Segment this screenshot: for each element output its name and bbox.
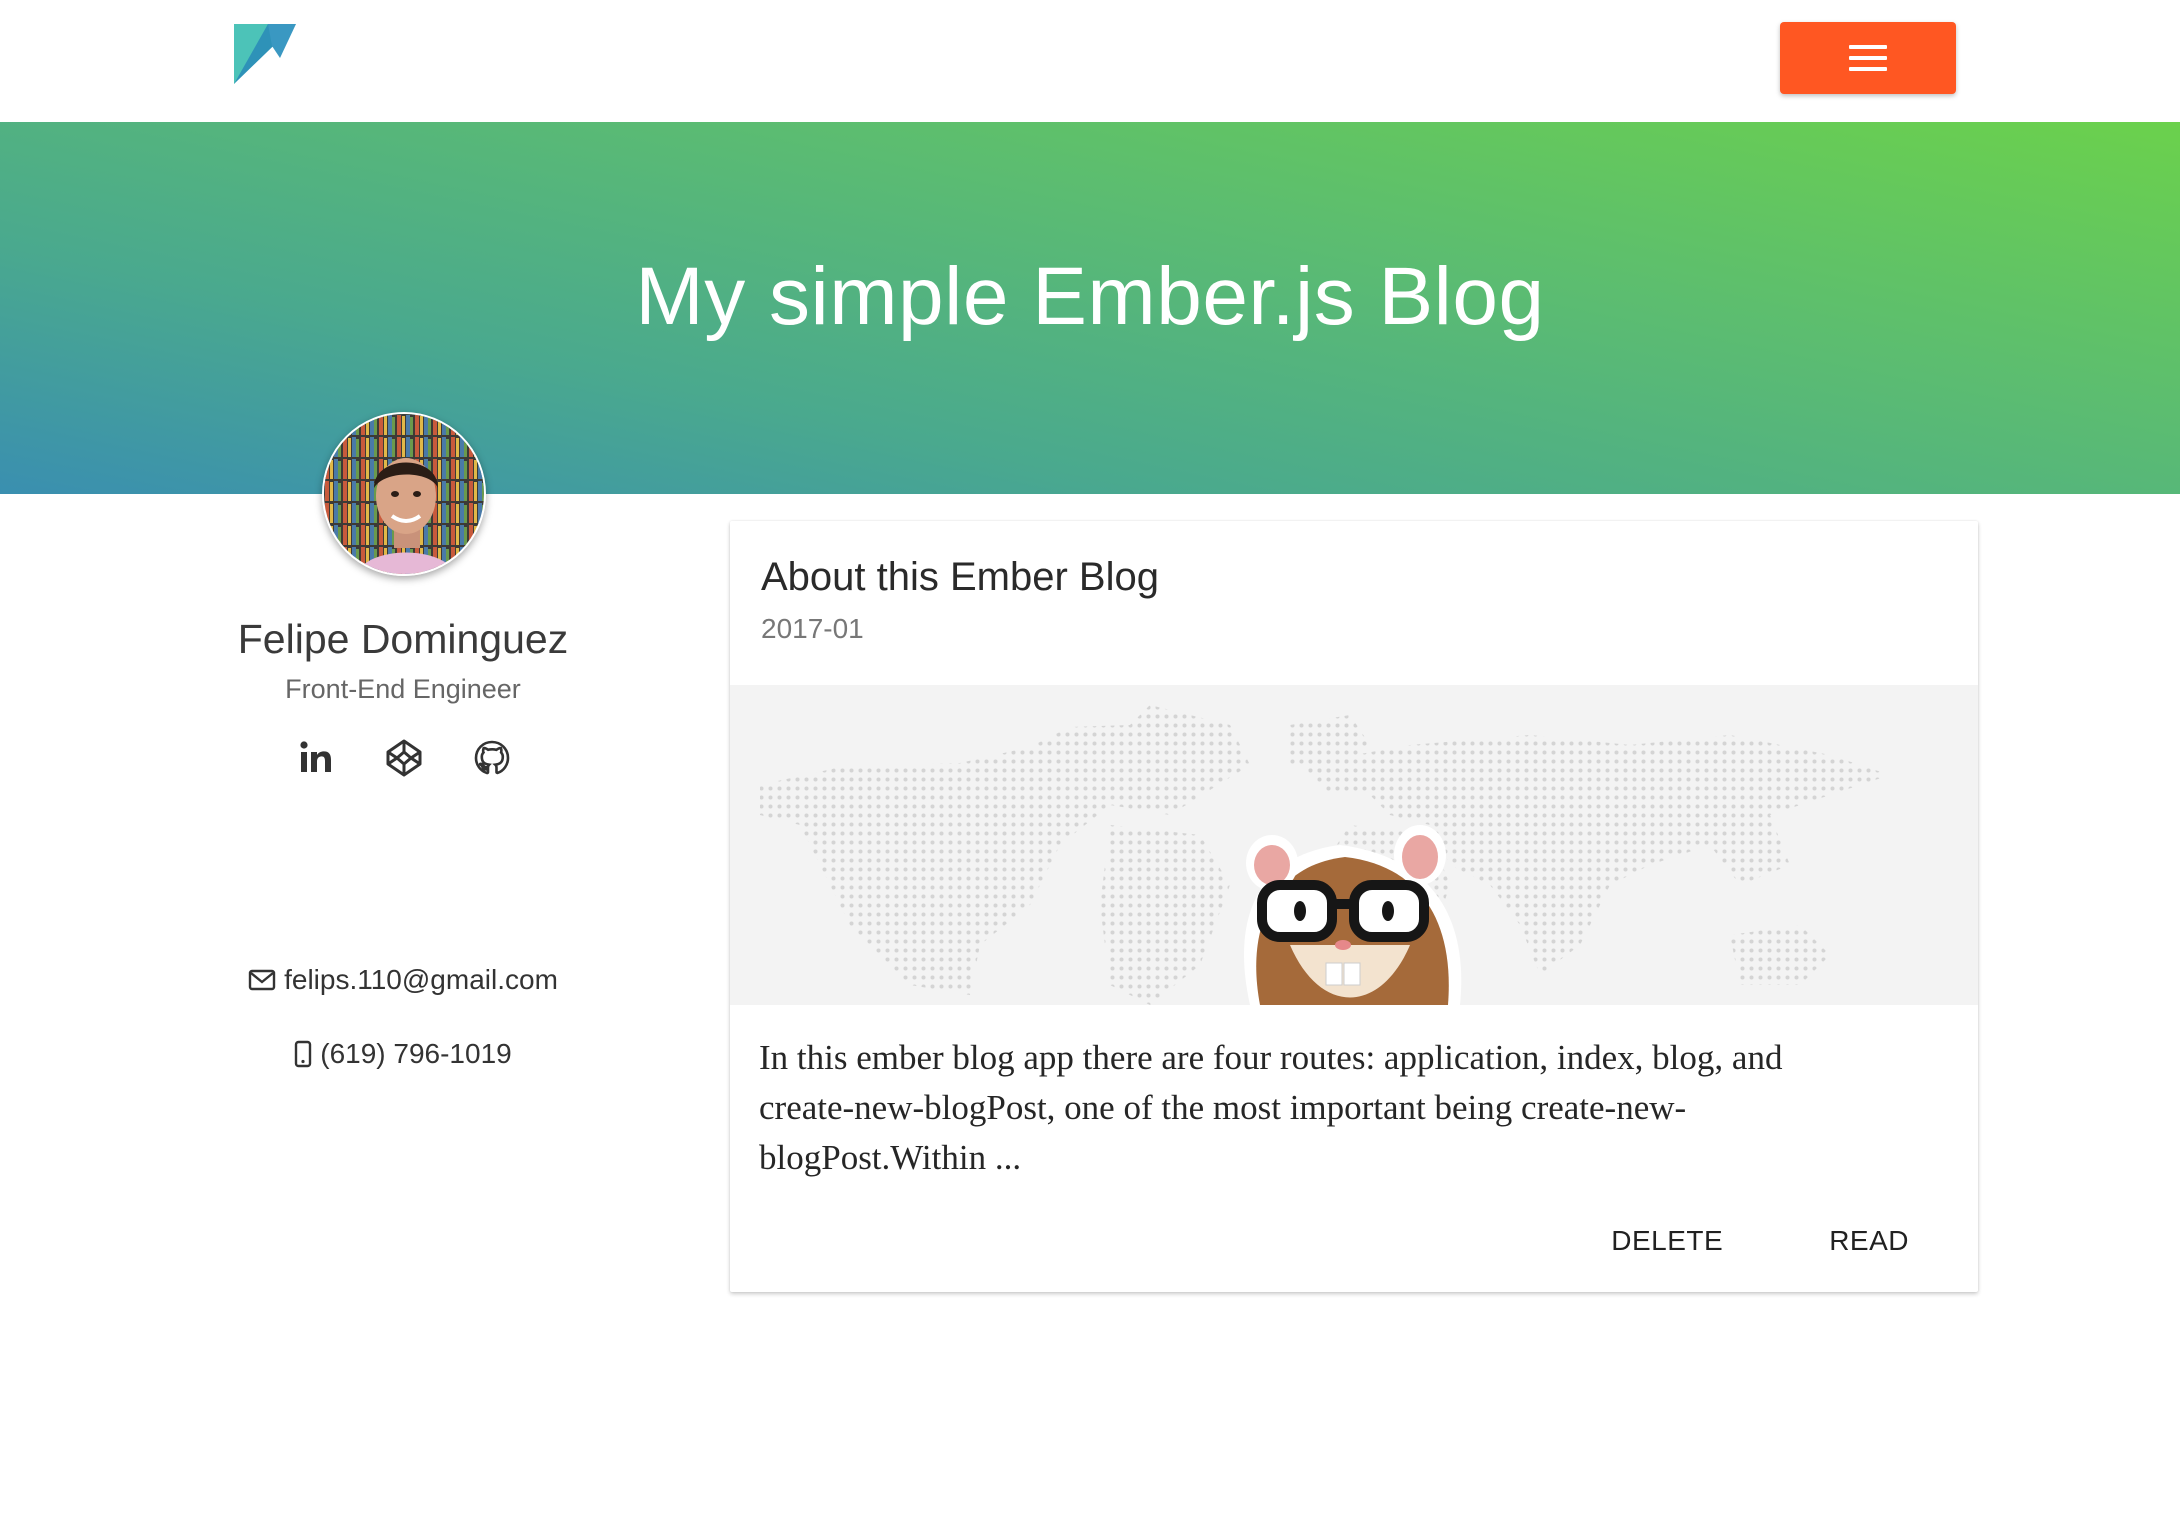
post-title: About this Ember Blog	[761, 555, 1159, 599]
codepen-icon[interactable]	[384, 738, 424, 778]
top-navbar	[0, 0, 2180, 122]
contact-email[interactable]: felips.110@gmail.com	[160, 964, 646, 996]
contact-phone[interactable]: (619) 796-1019	[160, 1038, 646, 1070]
phone-number: (619) 796-1019	[320, 1038, 512, 1069]
mobile-phone-icon	[295, 1040, 312, 1068]
github-icon[interactable]	[472, 738, 512, 778]
post-excerpt: In this ember blog app there are four ro…	[759, 1038, 1783, 1177]
hamburger-menu-icon	[1849, 45, 1887, 71]
envelope-icon	[248, 969, 276, 991]
read-button[interactable]: READ	[1829, 1219, 1909, 1263]
page-title: My simple Ember.js Blog	[635, 251, 1545, 342]
hero-banner: My simple Ember.js Blog	[0, 122, 2180, 494]
post-date: 2017-01	[761, 613, 864, 644]
post-actions: DELETE READ	[1611, 1217, 1978, 1265]
ember-hamster-icon	[1244, 825, 1462, 1005]
profile-job-title: Front-End Engineer	[285, 674, 521, 704]
blog-post-card: About this Ember Blog 2017-01 In this em…	[730, 521, 1978, 1292]
menu-button[interactable]	[1780, 22, 1956, 94]
post-image	[730, 685, 1978, 1005]
delete-button[interactable]: DELETE	[1611, 1219, 1723, 1263]
avatar	[322, 412, 486, 576]
social-links	[296, 736, 512, 780]
linkedin-icon[interactable]	[296, 738, 336, 778]
logo-icon[interactable]	[234, 24, 296, 84]
email-address: felips.110@gmail.com	[284, 964, 558, 995]
profile-name: Felipe Dominguez	[237, 616, 569, 662]
